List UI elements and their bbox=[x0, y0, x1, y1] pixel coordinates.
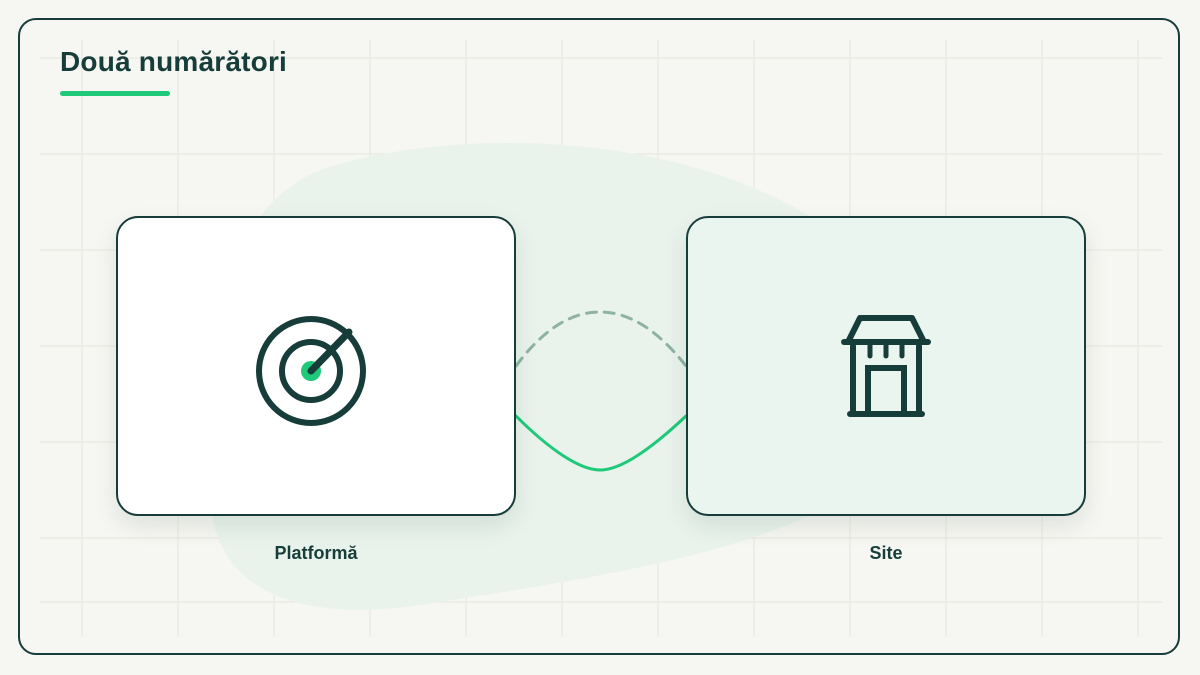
edge-solid bbox=[514, 414, 688, 472]
storefront-icon bbox=[841, 315, 931, 417]
node-platform bbox=[116, 216, 516, 516]
node-label-platform: Platformă bbox=[274, 543, 358, 563]
diagram-frame: Două numărători Platformă Site bbox=[18, 18, 1180, 655]
node-site bbox=[686, 216, 1086, 516]
node-label-site: Site bbox=[869, 543, 903, 563]
target-icon bbox=[256, 316, 366, 426]
edge-dashed bbox=[514, 310, 688, 368]
